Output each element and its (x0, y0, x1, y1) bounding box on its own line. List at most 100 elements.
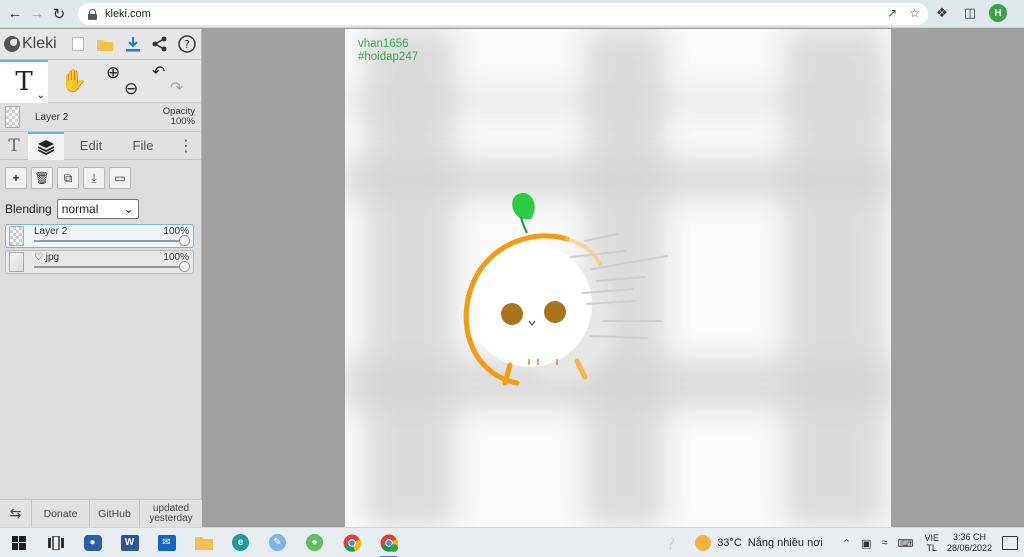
donate-link[interactable]: Donate (32, 499, 90, 528)
delete-layer-trash-icon[interactable]: 🗑 (31, 167, 53, 189)
sidebar-bottom-bar: ⇆ Donate GitHub updated yesterday (0, 499, 202, 528)
duplicate-layer-icon[interactable]: ⧉ (57, 167, 79, 189)
zoom-controls: ⊕ ⊖ (100, 60, 144, 103)
character-drawing (463, 193, 668, 386)
windows-taskbar: ● W ✉ e ✎ ● ❔ 33°C Nắng nhiều nơi ⌃ ▣ ≈ … (0, 527, 1024, 557)
redo-icon[interactable]: ↷ (170, 81, 183, 97)
edge-icon[interactable]: e (222, 528, 259, 557)
word-icon[interactable]: W (111, 528, 148, 557)
display-icon[interactable]: ▣ (861, 537, 871, 550)
back-arrow-icon[interactable]: ← (4, 3, 26, 25)
layer-list-item[interactable]: ♡.jpg 100% (5, 250, 194, 274)
language-indicator[interactable]: VIE TL (924, 533, 939, 553)
layer-name: Layer 2 (34, 226, 68, 237)
add-layer-button[interactable]: + (5, 167, 27, 189)
layer-thumbnail (9, 226, 24, 246)
layer-thumbnail (9, 252, 24, 272)
layer-opacity-slider[interactable] (34, 266, 183, 268)
undo-redo-controls: ↶ ↷ (144, 60, 196, 103)
swap-side-icon[interactable]: ⇆ (0, 499, 32, 528)
layer-thumbnail (5, 106, 20, 128)
sidebar-top-row: Kleki ? (0, 29, 201, 60)
address-bar[interactable]: kleki.com ↗ ☆ (78, 3, 928, 25)
blending-value: normal (61, 202, 99, 216)
layer-opacity-slider[interactable] (34, 240, 183, 242)
zoom-out-icon[interactable]: ⊖ (124, 80, 138, 97)
tool-row: T ⌄ ✋ ⊕ ⊖ ↶ ↷ (0, 59, 201, 103)
blending-label: Blending (5, 202, 52, 216)
weather-sun-icon[interactable] (695, 535, 712, 551)
temperature[interactable]: 33°C (717, 537, 742, 549)
url-text: kleki.com (105, 8, 151, 20)
task-view-icon[interactable] (37, 528, 74, 557)
kleki-logo[interactable]: Kleki (4, 35, 64, 53)
chat-icon[interactable]: ● (74, 528, 111, 557)
forward-arrow-icon[interactable]: → (26, 3, 48, 25)
kleki-sidebar: Kleki ? T ⌄ ✋ ⊕ ⊖ ↶ ↷ Layer 2 Opacity 100… (0, 29, 202, 528)
layer-name: ♡.jpg (34, 252, 60, 263)
active-layer-info: Layer 2 Opacity 100% (0, 103, 201, 132)
tab-edit[interactable]: Edit (64, 132, 118, 160)
share-icon[interactable] (146, 31, 173, 57)
file-explorer-icon[interactable] (185, 528, 222, 557)
slider-handle[interactable] (179, 261, 190, 272)
drawing-canvas[interactable]: vhan1656 #hoidap247 (345, 29, 891, 527)
svg-text:?: ? (184, 38, 190, 51)
undo-icon[interactable]: ↶ (152, 65, 165, 81)
lang-line1: VIE (924, 533, 939, 543)
side-panel-icon[interactable]: ◫ (961, 4, 979, 22)
blending-select[interactable]: normal ⌄ (56, 199, 139, 219)
chevron-down-icon: ⌄ (123, 202, 134, 216)
notification-icon[interactable] (1002, 536, 1018, 550)
more-options-icon[interactable]: ⋮ (171, 132, 201, 160)
github-link[interactable]: GitHub (90, 499, 140, 528)
chevron-up-icon[interactable]: ⌃ (842, 537, 851, 550)
active-layer-name: Layer 2 (35, 111, 69, 123)
help-icon[interactable]: ❔ (663, 537, 677, 550)
bookmark-star-icon[interactable]: ☆ (909, 6, 920, 20)
clock[interactable]: 3:36 CH 28/06/2022 (947, 532, 992, 554)
tab-file[interactable]: File (118, 132, 168, 160)
more-menu-icon[interactable]: ⋮ (1017, 4, 1024, 22)
system-tray: ❔ 33°C Nắng nhiều nơi ⌃ ▣ ≈ ⌨ VIE TL 3:3… (658, 528, 1024, 557)
canvas-workspace[interactable]: vhan1656 #hoidap247 (203, 29, 1024, 527)
profile-avatar[interactable]: H (989, 4, 1007, 22)
chrome-icon[interactable] (333, 528, 370, 557)
app-icon[interactable]: ● (296, 528, 333, 557)
keyboard-icon[interactable]: ⌨ (898, 537, 914, 550)
hand-tool-icon[interactable]: ✋ (48, 60, 100, 103)
opacity-readout: Opacity 100% (163, 107, 195, 127)
zoom-in-icon[interactable]: ⊕ (106, 64, 120, 81)
logo-text: Kleki (22, 35, 57, 52)
wifi-icon[interactable]: ≈ (882, 537, 888, 549)
help-icon[interactable]: ? (174, 31, 201, 57)
blending-row: Blending normal ⌄ (0, 196, 201, 222)
clock-time: 3:36 CH (952, 532, 986, 542)
layer-toolbar: + 🗑 ⧉ ⤓ ▭ (0, 160, 201, 196)
kleki-logo-icon (4, 36, 20, 52)
share-icon[interactable]: ↗ (887, 6, 897, 20)
reload-icon[interactable]: ↻ (48, 3, 70, 25)
weather-text[interactable]: Nắng nhiều nơi (748, 537, 823, 549)
slider-handle[interactable] (179, 235, 190, 246)
windows-start-icon[interactable] (0, 528, 37, 557)
opacity-value: 100% (170, 116, 195, 127)
rename-layer-icon[interactable]: ▭ (109, 167, 131, 189)
paint-icon[interactable]: ✎ (259, 528, 296, 557)
open-folder-icon[interactable] (92, 31, 119, 57)
tab-layers[interactable] (28, 131, 64, 160)
merge-down-icon[interactable]: ⤓ (83, 167, 105, 189)
layer-list-item[interactable]: Layer 2 100% (5, 224, 194, 248)
text-tool-button[interactable]: T ⌄ (0, 59, 48, 103)
extensions-puzzle-icon[interactable]: ❖ (933, 4, 951, 22)
sidebar-tabs: T Edit File ⋮ (0, 131, 201, 160)
changelog-link[interactable]: updated yesterday (140, 500, 202, 528)
chevron-down-icon[interactable]: ⌄ (37, 90, 45, 101)
new-file-icon[interactable] (64, 31, 91, 57)
tab-text-settings[interactable]: T (0, 132, 28, 160)
download-icon[interactable] (119, 31, 146, 57)
chrome-profile-icon[interactable] (370, 528, 407, 557)
lang-line2: TL (926, 543, 937, 553)
mail-icon[interactable]: ✉ (148, 528, 185, 557)
clock-date: 28/06/2022 (946, 543, 992, 553)
